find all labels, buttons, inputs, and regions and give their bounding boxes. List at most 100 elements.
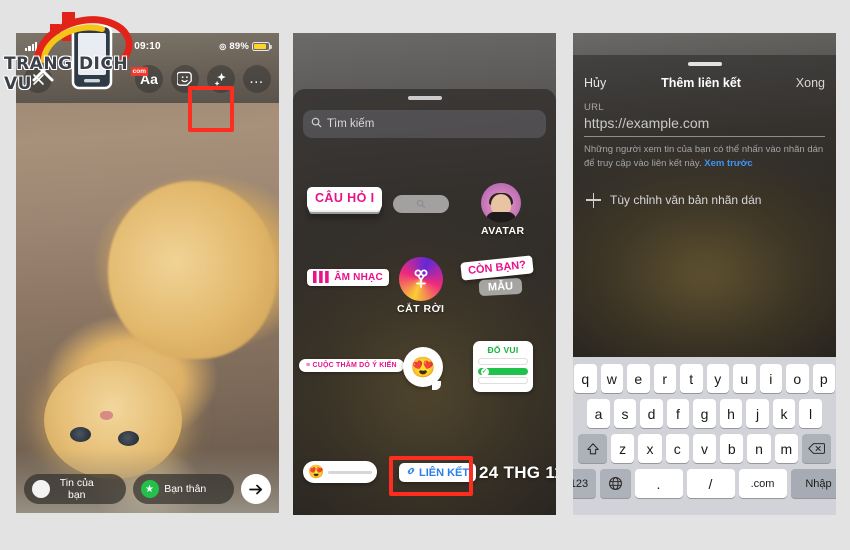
more-options-button[interactable]: … [243, 65, 271, 93]
key-numbers[interactable]: 123 [573, 469, 596, 498]
key-enter[interactable]: Nhập [790, 469, 836, 498]
url-label: URL [584, 102, 604, 113]
key-slash[interactable]: / [686, 469, 735, 498]
sticker-link-label: LIÊN KẾT [419, 466, 470, 479]
key-dotcom[interactable]: .com [738, 469, 787, 498]
sticker-slider-body: 😍 [303, 461, 377, 483]
key-r[interactable]: r [653, 364, 676, 393]
sticker-search-pill[interactable] [393, 195, 449, 213]
key-period[interactable]: . [634, 469, 683, 498]
keyboard-row-4: 123 . / .com Nhập [573, 469, 836, 498]
key-u[interactable]: u [733, 364, 756, 393]
key-k[interactable]: k [772, 399, 796, 428]
avatar [481, 183, 521, 223]
key-y[interactable]: y [706, 364, 729, 393]
your-story-button[interactable]: Tin của bạn [24, 474, 126, 504]
key-n[interactable]: n [747, 434, 771, 463]
onscreen-keyboard: q w e r t y u i o p a s d f g h j k l z … [573, 357, 836, 515]
poll-icon: ≡ [306, 362, 311, 369]
key-o[interactable]: o [786, 364, 809, 393]
sticker-search-input[interactable]: Tìm kiếm [303, 110, 546, 138]
keyboard-row-1: q w e r t y u i o p [574, 364, 835, 393]
key-v[interactable]: v [692, 434, 717, 463]
key-m[interactable]: m [774, 434, 798, 463]
quiz-option-1 [478, 358, 528, 365]
sticker-cutout[interactable]: CẮT RỜI [397, 257, 444, 315]
sticker-slider[interactable]: 😍 [303, 461, 377, 483]
sheet-header: Hủy Thêm liên kết Xong [573, 66, 836, 90]
sticker-poll[interactable]: ≡ CUỘC THĂM DÒ Ý KIẾN [299, 359, 404, 372]
sticker-tray: Tìm kiếm CÂU HỎ I AVATAR ▌▌▌ ÂM NHẠC CẮT… [293, 89, 556, 515]
cancel-button[interactable]: Hủy [584, 76, 606, 90]
battery-percent: 89% [229, 40, 249, 52]
preview-link[interactable]: Xem trước [704, 158, 752, 169]
keyboard-row-2: a s d f g h j k l [576, 399, 833, 428]
custom-sticker-text-row[interactable]: Tùy chỉnh văn bản nhãn dán [573, 171, 836, 208]
your-story-label: Tin của bạn [59, 477, 94, 501]
key-h[interactable]: h [719, 399, 743, 428]
key-a[interactable]: a [587, 399, 610, 428]
sticker-add-yours[interactable]: CÒN BẠN? MẪU [460, 255, 534, 297]
battery-icon [252, 41, 272, 51]
sticker-tray-panel: Tìm kiếm CÂU HỎ I AVATAR ▌▌▌ ÂM NHẠC CẮT… [293, 33, 556, 515]
key-e[interactable]: e [627, 364, 650, 393]
sticker-avatar[interactable]: AVATAR [481, 183, 525, 237]
sticker-search-placeholder: Tìm kiếm [327, 118, 375, 130]
key-l[interactable]: l [799, 399, 822, 428]
sheet-grabber[interactable] [407, 96, 442, 100]
key-i[interactable]: i [759, 364, 782, 393]
sticker-emoji-reaction[interactable]: 😍 [403, 347, 443, 390]
send-button[interactable] [241, 474, 271, 504]
sparkles-icon[interactable] [207, 65, 235, 93]
quiz-option-2-correct [478, 367, 528, 376]
sticker-link-body: LIÊN KẾT [399, 463, 477, 482]
key-w[interactable]: w [600, 364, 623, 393]
key-b[interactable]: b [720, 434, 744, 463]
url-underline [584, 136, 825, 137]
key-s[interactable]: s [613, 399, 637, 428]
key-z[interactable]: z [611, 434, 635, 463]
sticker-music-label: ÂM NHẠC [334, 272, 383, 283]
sticker-question[interactable]: CÂU HỎ I [307, 187, 383, 210]
backspace-icon[interactable] [801, 434, 831, 463]
key-q[interactable]: q [574, 364, 597, 393]
sticker-music[interactable]: ▌▌▌ ÂM NHẠC [307, 269, 389, 286]
sticker-quiz[interactable]: ĐỐ VUI [473, 341, 533, 392]
key-x[interactable]: x [638, 434, 662, 463]
sticker-quiz-body: ĐỐ VUI [473, 341, 533, 392]
key-p[interactable]: p [812, 364, 835, 393]
url-block: URL https://example.com Những người xem … [573, 90, 836, 171]
story-composer-panel: 09:10 ◎ 89% Aa … Tin của bạn ★ Bạn thân [16, 33, 279, 513]
sticker-emoji-label: 😍 [403, 347, 443, 390]
story-share-row: Tin của bạn ★ Bạn thân [24, 474, 271, 504]
shift-icon[interactable] [578, 434, 608, 463]
close-friends-label: Bạn thân [164, 483, 207, 495]
sticker-avatar-caption: AVATAR [481, 225, 525, 237]
key-f[interactable]: f [666, 399, 690, 428]
cat-eye-left [70, 427, 91, 442]
globe-icon[interactable] [599, 469, 631, 498]
sticker-link[interactable]: LIÊN KẾT [399, 463, 477, 482]
slider-track [328, 470, 372, 474]
key-d[interactable]: d [640, 399, 663, 428]
screenshot-root: 09:10 ◎ 89% Aa … Tin của bạn ★ Bạn thân … [0, 0, 850, 550]
location-icon: ◎ [219, 41, 227, 51]
sticker-question-label: CÂU HỎ I [307, 187, 383, 210]
sticker-slider-emoji: 😍 [308, 464, 325, 479]
avatar [32, 480, 50, 498]
key-j[interactable]: j [746, 399, 769, 428]
key-c[interactable]: c [665, 434, 689, 463]
sticker-date[interactable]: 24 THG 11 [479, 463, 556, 483]
done-button[interactable]: Xong [796, 76, 825, 90]
link-icon [406, 466, 416, 479]
music-icon: ▌▌▌ [313, 272, 332, 283]
key-g[interactable]: g [693, 399, 716, 428]
sticker-icon[interactable] [171, 65, 199, 93]
story-background-photo [16, 33, 279, 513]
page-title: Thêm liên kết [661, 76, 741, 90]
url-input[interactable]: https://example.com [584, 115, 825, 136]
key-t[interactable]: t [680, 364, 703, 393]
quiz-option-3 [478, 377, 528, 384]
close-friends-button[interactable]: ★ Bạn thân [132, 474, 234, 504]
watermark: TRANG DICH VU com [4, 2, 154, 98]
